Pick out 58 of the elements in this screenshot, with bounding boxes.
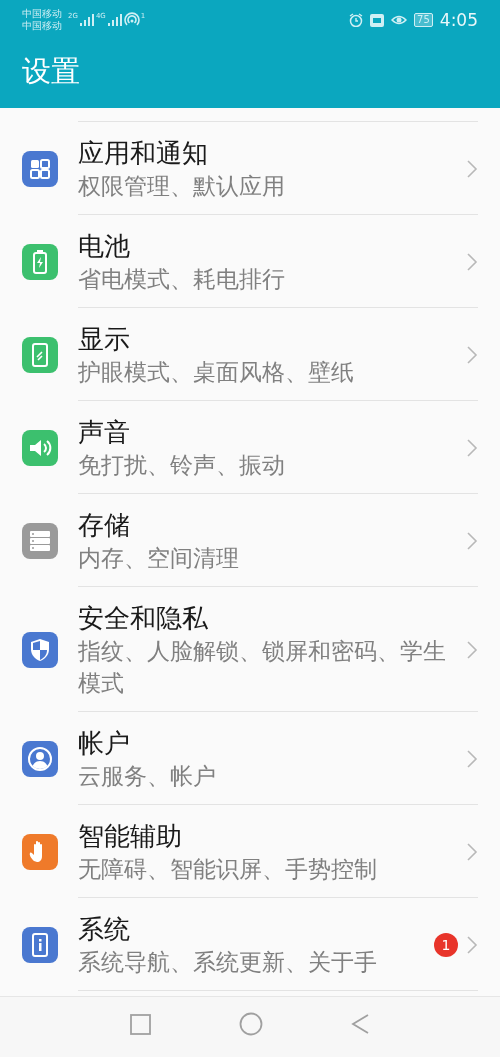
- page-title: 设置: [22, 53, 80, 90]
- clock-time: 4:05: [439, 10, 478, 30]
- home-button[interactable]: [239, 1012, 263, 1036]
- item-title: 安全和隐私: [78, 602, 209, 635]
- chevron-icon: [466, 640, 478, 660]
- item-subtitle: 系统导航、系统更新、关于手: [78, 948, 378, 977]
- item-title: 系统: [78, 913, 131, 946]
- shield-icon: [22, 632, 58, 668]
- battery-icon: [22, 244, 58, 280]
- storage-icon: [22, 523, 58, 559]
- signal-icon: [78, 14, 95, 26]
- item-subtitle: 护眼模式、桌面风格、壁纸: [78, 358, 355, 387]
- item-subtitle: 内存、空间清理: [78, 544, 240, 573]
- item-title: 声音: [78, 416, 131, 449]
- chevron-icon: [466, 842, 478, 862]
- hand-icon: [22, 834, 58, 870]
- info-icon: [22, 927, 58, 963]
- alarm-icon: [349, 13, 364, 27]
- item-subtitle: 权限管理、默认应用: [78, 172, 286, 201]
- speaker-icon: [22, 430, 58, 466]
- signal-icon: [106, 14, 123, 26]
- item-subtitle: 免打扰、铃声、振动: [78, 451, 286, 480]
- settings-item[interactable]: 电池 省电模式、耗电排行: [0, 215, 500, 308]
- chevron-icon: [466, 749, 478, 769]
- item-title: 电池: [78, 230, 131, 263]
- item-title: 应用和通知: [78, 137, 209, 170]
- settings-item[interactable]: 系统 系统导航、系统更新、关于手 1: [0, 898, 500, 991]
- settings-item[interactable]: 应用和通知 权限管理、默认应用: [0, 122, 500, 215]
- carrier-name: 中国移动: [22, 8, 62, 20]
- apps-icon: [22, 151, 58, 187]
- item-title: 帐户: [78, 727, 131, 760]
- chevron-icon: [466, 252, 478, 272]
- item-subtitle: 无障碍、智能识屏、手势控制: [78, 855, 378, 884]
- carrier-name: 中国移动: [22, 20, 62, 32]
- person-icon: [22, 741, 58, 777]
- settings-item[interactable]: 帐户 云服务、帐户: [0, 712, 500, 805]
- item-title: 显示: [78, 323, 131, 356]
- chevron-icon: [466, 159, 478, 179]
- item-subtitle: 省电模式、耗电排行: [78, 265, 286, 294]
- settings-item[interactable]: 声音 免打扰、铃声、振动: [0, 401, 500, 494]
- chevron-icon: [466, 531, 478, 551]
- item-subtitle: 云服务、帐户: [78, 762, 217, 791]
- hotspot-icon: [123, 12, 140, 28]
- notification-badge: 1: [434, 933, 458, 957]
- chevron-icon: [466, 438, 478, 458]
- settings-item[interactable]: 显示 护眼模式、桌面风格、壁纸: [0, 308, 500, 401]
- back-button[interactable]: [351, 1013, 370, 1035]
- settings-item[interactable]: 存储 内存、空间清理: [0, 494, 500, 587]
- battery-level: 75: [414, 13, 433, 27]
- recents-button[interactable]: [130, 1013, 151, 1035]
- phone-icon: [22, 337, 58, 373]
- settings-item[interactable]: 安全和隐私 指纹、人脸解锁、锁屏和密码、学生模式: [0, 587, 500, 712]
- settings-item[interactable]: 智能辅助 无障碍、智能识屏、手势控制: [0, 805, 500, 898]
- item-title: 存储: [78, 509, 131, 542]
- item-title: 智能辅助: [78, 820, 183, 853]
- item-subtitle: 指纹、人脸解锁、锁屏和密码、学生模式: [78, 637, 447, 698]
- chevron-icon: [466, 345, 478, 365]
- chevron-icon: [466, 935, 478, 955]
